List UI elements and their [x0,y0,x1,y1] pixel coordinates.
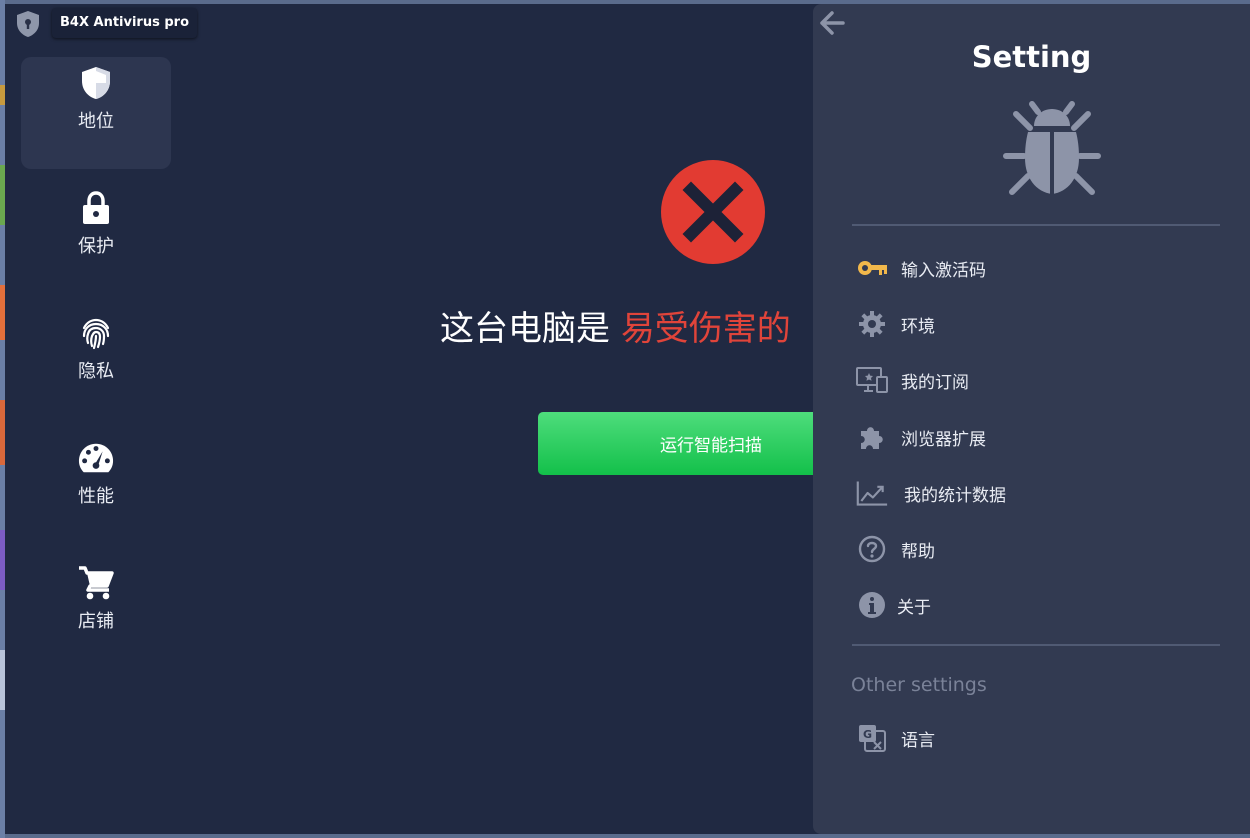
speedometer-icon [78,440,114,476]
settings-panel: Setting 输入激活码 环境 我的订阅 浏览器扩展 我的统计数据 帮助 关于… [813,4,1250,834]
app-title: B4X Antivirus pro [52,8,197,38]
settings-title: Setting [971,40,1092,74]
puzzle-icon [856,421,888,453]
run-smart-scan-button[interactable]: 运行智能扫描 [538,412,828,475]
info-icon [856,589,888,621]
menu-item-label: 关于 [897,597,931,618]
other-settings-heading: Other settings [851,674,987,696]
svg-text:G: G [863,728,872,741]
menu-item-label: 我的统计数据 [904,485,1006,506]
status-headline-danger: 易受伤害的 [620,309,791,349]
chart-line-icon [856,477,888,509]
sidebar-item-label: 性能 [78,486,114,507]
error-status-icon [661,160,765,264]
devices-icon [856,364,888,396]
shield-icon [78,65,114,101]
menu-item-label: 语言 [901,730,935,751]
sidebar-nav: 地位 保护 隐私 性能 店铺 [21,57,171,682]
key-icon [856,252,888,284]
app-logo [13,9,43,39]
shield-logo-icon [17,11,39,37]
menu-item-statistics[interactable]: 我的统计数据 [856,473,1216,513]
menu-item-help[interactable]: 帮助 [856,529,1216,569]
menu-item-label: 环境 [901,316,935,337]
translate-icon: G [856,722,888,754]
sidebar-item-label: 店铺 [78,611,114,632]
menu-item-subscription[interactable]: 我的订阅 [856,360,1216,400]
menu-item-label: 我的订阅 [901,372,969,393]
menu-item-environment[interactable]: 环境 [856,304,1216,344]
help-icon [856,533,888,565]
sidebar-item-label: 地位 [78,111,114,132]
app-window: B4X Antivirus pro 地位 保护 隐私 性能 店铺 这台电脑是 易… [5,4,1250,834]
status-headline-prefix: 这台电脑是 [440,309,610,349]
settings-divider [852,644,1220,646]
gear-icon [856,308,888,340]
cart-icon [78,565,114,601]
lock-icon [78,190,114,226]
back-arrow-icon[interactable] [819,10,845,36]
menu-item-activation-code[interactable]: 输入激活码 [856,248,1216,288]
menu-item-label: 帮助 [901,541,935,562]
sidebar-item-performance[interactable]: 性能 [21,432,171,544]
menu-item-label: 输入激活码 [901,260,986,281]
settings-divider [852,224,1220,226]
sidebar-item-privacy[interactable]: 隐私 [21,307,171,419]
fingerprint-icon [78,315,114,351]
bug-icon [1000,100,1104,204]
sidebar-item-protection[interactable]: 保护 [21,182,171,294]
sidebar-item-label: 隐私 [78,361,114,382]
sidebar-item-status[interactable]: 地位 [21,57,171,169]
menu-item-label: 浏览器扩展 [901,429,986,450]
status-headline: 这台电脑是 易受伤害的 [440,301,791,350]
sidebar-item-store[interactable]: 店铺 [21,557,171,669]
menu-item-browser-extension[interactable]: 浏览器扩展 [856,417,1216,457]
menu-item-language[interactable]: G 语言 [856,718,1216,758]
menu-item-about[interactable]: 关于 [856,585,1216,625]
sidebar-item-label: 保护 [78,236,114,257]
